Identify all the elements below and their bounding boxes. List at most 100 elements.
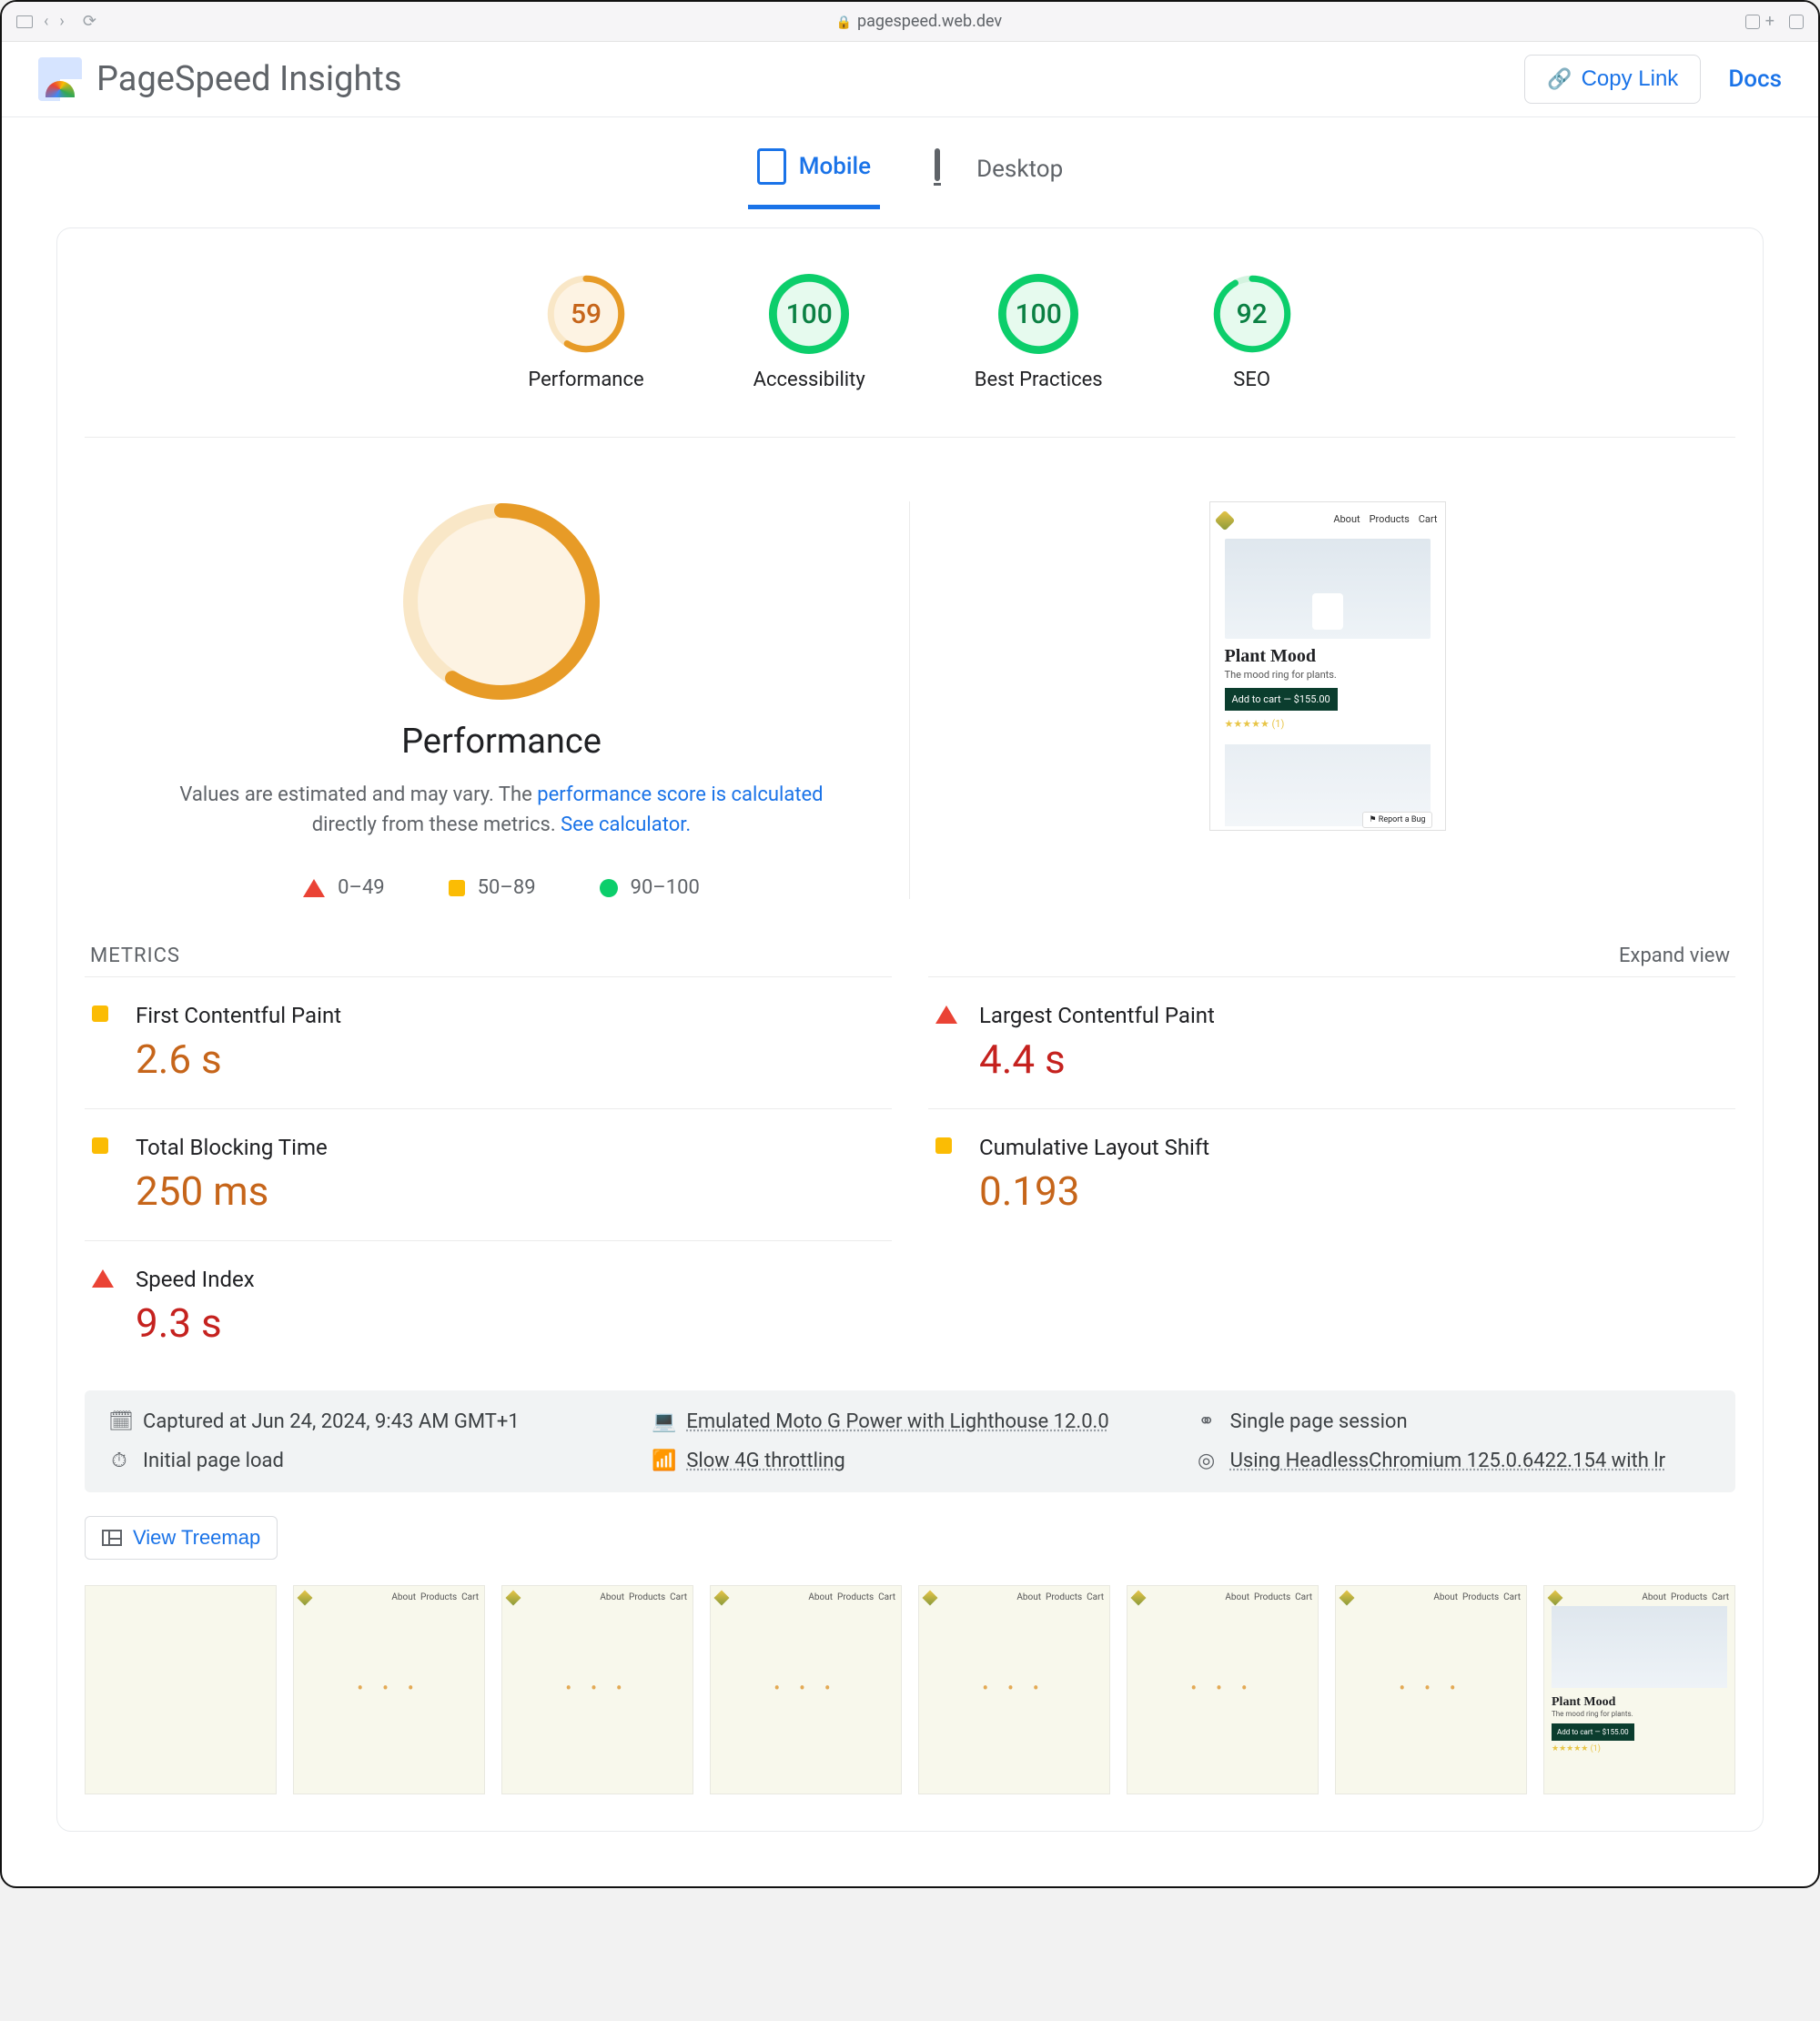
metric-name: Largest Contentful Paint (979, 1003, 1215, 1028)
avg-icon (92, 1005, 108, 1022)
score-seo-label: SEO (1233, 369, 1270, 391)
metric-value: 9.3 s (136, 1299, 255, 1347)
performance-title: Performance (401, 722, 602, 762)
device-icon: 💻 (652, 1410, 673, 1433)
mock-product-tagline: The mood ring for plants. (1225, 669, 1431, 681)
desktop-icon (935, 148, 940, 181)
forward-button[interactable]: › (54, 12, 69, 31)
tab-desktop-label: Desktop (976, 156, 1063, 183)
tab-mobile[interactable]: Mobile (748, 141, 880, 209)
expand-view-button[interactable]: Expand view (1619, 945, 1730, 967)
category-scores-row: 59 Performance 100 Accessibility 100 Bes… (85, 256, 1735, 438)
legend-avg-icon (449, 880, 465, 896)
copy-link-label: Copy Link (1582, 66, 1679, 92)
mock-add-to-cart-button: Add to cart — $155.00 (1225, 688, 1338, 711)
metric-name: Cumulative Layout Shift (979, 1135, 1209, 1160)
mock-rating: ★★★★★ (1) (1225, 718, 1431, 730)
mock-product-name: Plant Mood (1225, 646, 1431, 667)
fail-icon (935, 1005, 957, 1024)
tab-mobile-label: Mobile (799, 153, 871, 180)
score-seo[interactable]: 92 SEO (1212, 274, 1292, 391)
back-button[interactable]: ‹ (38, 12, 54, 31)
report-container: 59 Performance 100 Accessibility 100 Bes… (56, 227, 1764, 1832)
captured-at-text: Captured at Jun 24, 2024, 9:43 AM GMT+1 (143, 1410, 520, 1433)
big-gauge-performance: 59 (401, 501, 602, 702)
tab-desktop[interactable]: Desktop (925, 141, 1072, 209)
view-treemap-button[interactable]: View Treemap (85, 1516, 278, 1560)
wifi-icon: 📶 (652, 1450, 673, 1472)
metrics-heading: METRICS (90, 945, 180, 967)
fail-icon (92, 1269, 114, 1288)
filmstrip-frame[interactable]: AboutProductsCart• • • (1335, 1585, 1527, 1794)
chrome-icon: ◎ (1196, 1450, 1218, 1472)
gauge-best-practices: 100 (998, 274, 1078, 354)
score-accessibility-label: Accessibility (753, 369, 865, 391)
metric-item: Speed Index 9.3 s (85, 1240, 892, 1372)
reload-button[interactable]: ⟳ (77, 12, 102, 31)
calendar-icon: 🗓 (108, 1410, 130, 1433)
score-best-practices-label: Best Practices (975, 369, 1103, 391)
browser-toolbar: ‹ › ⟳ 🔒pagespeed.web.dev + (2, 2, 1818, 42)
metric-value: 0.193 (979, 1167, 1209, 1215)
avg-icon (935, 1137, 952, 1154)
metric-item: Largest Contentful Paint 4.4 s (928, 976, 1735, 1108)
docs-link[interactable]: Docs (1728, 66, 1782, 93)
copy-link-button[interactable]: 🔗 Copy Link (1524, 55, 1701, 104)
metric-value: 2.6 s (136, 1036, 341, 1083)
gauge-performance: 59 (546, 274, 626, 354)
sidebar-toggle-icon[interactable] (16, 15, 33, 28)
gauge-seo: 92 (1212, 274, 1292, 354)
filmstrip-frame[interactable]: AboutProductsCart• • • (501, 1585, 693, 1794)
share-button[interactable] (1745, 15, 1760, 29)
filmstrip-frame[interactable] (85, 1585, 277, 1794)
filmstrip-frame[interactable]: AboutProductsCart• • • (293, 1585, 485, 1794)
treemap-icon (102, 1530, 122, 1546)
metrics-header: METRICS Expand view (85, 926, 1735, 976)
new-tab-button[interactable]: + (1760, 12, 1780, 31)
tabs-button[interactable] (1789, 15, 1804, 29)
mock-logo-icon (1214, 510, 1235, 531)
metric-name: First Contentful Paint (136, 1003, 341, 1028)
address-bar[interactable]: 🔒pagespeed.web.dev (102, 12, 1736, 31)
link-icon: 🔗 (1547, 67, 1572, 91)
app-header: PageSpeed Insights 🔗 Copy Link Docs (2, 42, 1818, 117)
perf-calc-link[interactable]: performance score is calculated (537, 783, 823, 806)
metrics-grid: First Contentful Paint 2.6 s Largest Conte… (85, 976, 1735, 1372)
metric-value: 250 ms (136, 1167, 328, 1215)
filmstrip: AboutProductsCart• • •AboutProductsCart•… (85, 1585, 1735, 1794)
metric-value: 4.4 s (979, 1036, 1215, 1083)
mock-product-image (1225, 539, 1431, 639)
metric-name: Speed Index (136, 1267, 255, 1292)
phone-icon (757, 148, 786, 185)
capture-info: 🗓 Captured at Jun 24, 2024, 9:43 AM GMT+1… (85, 1390, 1735, 1492)
legend-bad-icon (303, 879, 325, 897)
timer-icon: ⏱ (108, 1450, 130, 1472)
throttle-link[interactable]: Slow 4G throttling (686, 1450, 844, 1472)
pagespeed-logo-icon (38, 57, 82, 101)
lock-icon: 🔒 (836, 15, 852, 30)
see-calculator-link[interactable]: See calculator. (561, 813, 691, 836)
score-best-practices[interactable]: 100 Best Practices (975, 274, 1103, 391)
session-icon: ⚭ (1196, 1410, 1218, 1433)
score-performance-label: Performance (528, 369, 643, 391)
gauge-accessibility: 100 (769, 274, 849, 354)
performance-note: Values are estimated and may vary. The p… (174, 780, 829, 840)
user-agent-link[interactable]: Using HeadlessChromium 125.0.6422.154 wi… (1230, 1450, 1665, 1472)
filmstrip-frame[interactable]: AboutProductsCart• • • (710, 1585, 902, 1794)
filmstrip-frame[interactable]: AboutProductsCartPlant MoodThe mood ring… (1543, 1585, 1735, 1794)
emulated-device-link[interactable]: Emulated Moto G Power with Lighthouse 12… (686, 1410, 1108, 1433)
filmstrip-frame[interactable]: AboutProductsCart• • • (1127, 1585, 1319, 1794)
metric-item: Cumulative Layout Shift 0.193 (928, 1108, 1735, 1240)
report-bug-badge: ⚑ Report a Bug (1362, 812, 1431, 828)
score-performance[interactable]: 59 Performance (528, 274, 643, 391)
mock-secondary-image: ⚑ Report a Bug (1225, 744, 1431, 826)
device-tabs: Mobile Desktop (2, 117, 1818, 209)
avg-icon (92, 1137, 108, 1154)
page-screenshot: About Products Cart Plant Mood The mood … (1209, 501, 1446, 831)
metric-item: First Contentful Paint 2.6 s (85, 976, 892, 1108)
score-accessibility[interactable]: 100 Accessibility (753, 274, 865, 391)
legend-good-icon (600, 879, 618, 897)
load-type-text: Initial page load (143, 1450, 284, 1472)
performance-detail-row: 59 Performance Values are estimated and … (85, 438, 1735, 926)
filmstrip-frame[interactable]: AboutProductsCart• • • (918, 1585, 1110, 1794)
